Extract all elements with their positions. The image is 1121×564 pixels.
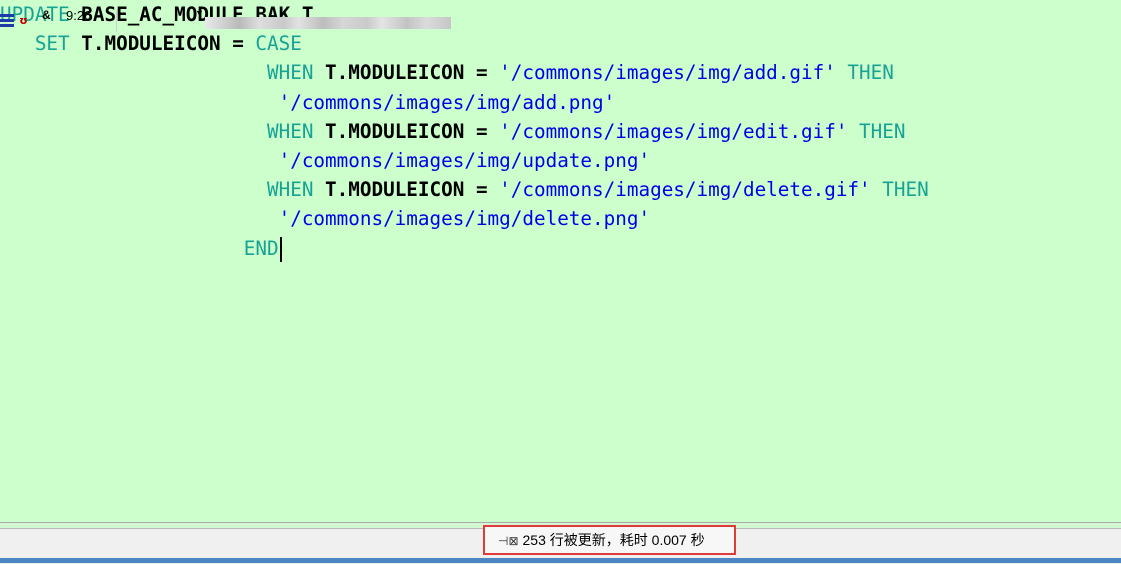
code-token: '/commons/images/img/delete.gif' bbox=[487, 178, 871, 202]
redacted-field bbox=[205, 17, 451, 29]
code-line[interactable]: WHEN T.MODULEICON = '/commons/images/img… bbox=[0, 59, 894, 87]
code-token: T.MODULEICON bbox=[313, 178, 476, 202]
update-result-status: ⊣⊠ 253 行被更新，耗时 0.007 秒 bbox=[483, 525, 736, 555]
window-bottom-border bbox=[0, 558, 1121, 563]
editor-mode-icon[interactable] bbox=[0, 14, 14, 28]
code-line[interactable]: WHEN T.MODULEICON = '/commons/images/img… bbox=[0, 118, 906, 146]
ampersand-label: & bbox=[42, 8, 51, 22]
status-separator bbox=[116, 10, 117, 32]
code-line[interactable]: WHEN T.MODULEICON = '/commons/images/img… bbox=[0, 176, 929, 204]
code-token: '/commons/images/img/delete.png' bbox=[0, 207, 651, 231]
code-token: T.MODULEICON bbox=[313, 119, 476, 143]
code-token: WHEN bbox=[0, 119, 314, 143]
code-token: THEN bbox=[847, 119, 906, 143]
code-token: '/commons/images/img/update.png' bbox=[0, 149, 651, 172]
pin-icon: ⊣⊠ bbox=[498, 534, 519, 548]
code-line[interactable]: '/commons/images/img/add.png' bbox=[0, 89, 616, 117]
text-cursor bbox=[279, 236, 282, 262]
code-token: THEN bbox=[835, 61, 894, 85]
code-token: WHEN bbox=[0, 61, 314, 85]
sql-editor[interactable]: UPDATE BASE_AC_MODULE_BAK T SET T.MODULE… bbox=[0, 0, 1121, 522]
code-token: = bbox=[475, 178, 488, 202]
code-token: '/commons/images/img/add.png' bbox=[0, 90, 616, 114]
update-result-text: 253 行被更新，耗时 0.007 秒 bbox=[522, 532, 705, 548]
code-line[interactable]: END bbox=[0, 235, 282, 263]
code-token: '/commons/images/img/add.gif' bbox=[487, 61, 836, 85]
code-token: T.MODULEICON bbox=[313, 61, 476, 85]
code-token: WHEN bbox=[0, 178, 314, 202]
code-line[interactable]: '/commons/images/img/delete.png' bbox=[0, 205, 650, 233]
record-macro-icon[interactable]: ʊ bbox=[17, 14, 30, 27]
code-token: = bbox=[475, 119, 488, 143]
code-token: END bbox=[0, 236, 279, 260]
cursor-position: 9:26 bbox=[66, 8, 92, 23]
code-line[interactable]: '/commons/images/img/update.png' bbox=[0, 147, 650, 175]
status-bar-left: ʊ & 9:26 ▼ bbox=[0, 8, 480, 36]
dropdown-arrow-icon[interactable]: ▼ bbox=[195, 8, 204, 18]
code-token: = bbox=[475, 61, 488, 85]
code-token: '/commons/images/img/edit.gif' bbox=[487, 119, 848, 143]
code-token: THEN bbox=[870, 178, 929, 202]
